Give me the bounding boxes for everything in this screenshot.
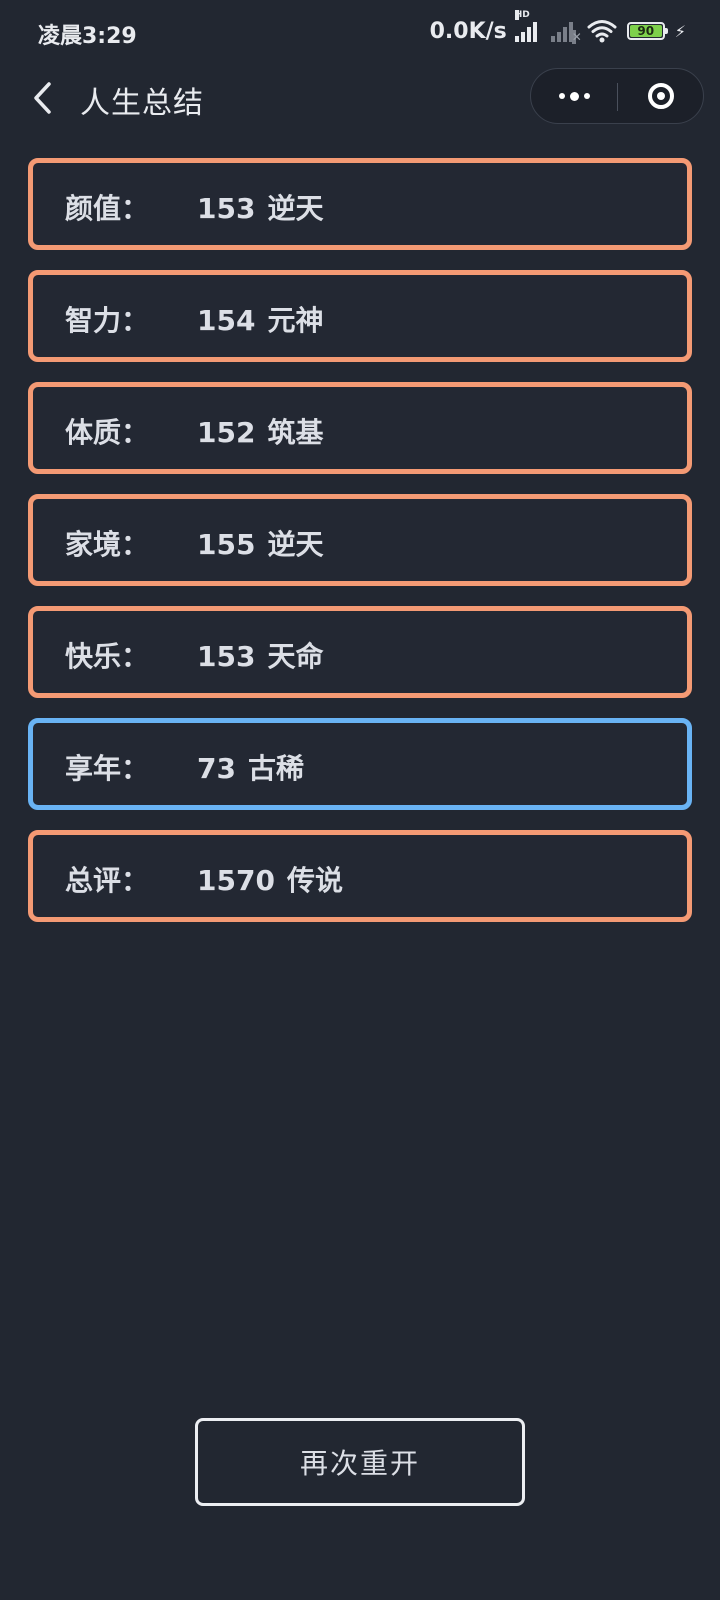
- restart-button[interactable]: 再次重开: [195, 1418, 525, 1506]
- summary-card-happiness: 快乐： 153 天命: [28, 606, 692, 698]
- summary-value: 155 逆天: [197, 528, 324, 561]
- close-mini-program-button[interactable]: [618, 69, 704, 123]
- chevron-left-icon: [34, 82, 51, 114]
- target-circle-icon: [648, 83, 674, 109]
- summary-value: 153 天命: [197, 640, 324, 673]
- summary-card-lifespan: 享年： 73 古稀: [28, 718, 692, 810]
- summary-grade: 逆天: [267, 192, 324, 225]
- summary-card-family: 家境： 155 逆天: [28, 494, 692, 586]
- status-time: 凌晨3:29: [38, 24, 137, 49]
- summary-card-overall: 总评： 1570 传说: [28, 830, 692, 922]
- summary-label: 快乐：: [65, 640, 150, 673]
- summary-grade: 传说: [286, 864, 343, 897]
- summary-card-intelligence: 智力： 154 元神: [28, 270, 692, 362]
- mini-program-capsule: [530, 68, 704, 124]
- summary-grade: 逆天: [267, 528, 324, 561]
- summary-value: 153 逆天: [197, 192, 324, 225]
- summary-label: 家境：: [65, 528, 150, 561]
- cellular-signal-icon: HD: [514, 10, 537, 42]
- summary-grade: 天命: [267, 640, 324, 673]
- summary-grade: 古稀: [247, 752, 304, 785]
- summary-grade: 元神: [267, 304, 324, 337]
- summary-label: 总评：: [65, 864, 150, 897]
- summary-card-appearance: 颜值： 153 逆天: [28, 158, 692, 250]
- wifi-icon: [587, 20, 617, 43]
- charging-icon: ⚡: [674, 21, 686, 41]
- page-title: 人生总结: [80, 86, 204, 121]
- hd-label: HD: [514, 10, 530, 20]
- summary-list: 颜值： 153 逆天 智力： 154 元神 体质： 152 筑基 家境： 155 逆天 …: [28, 158, 692, 942]
- summary-value: 73 古稀: [197, 752, 304, 785]
- summary-label: 享年：: [65, 752, 150, 785]
- summary-value: 152 筑基: [197, 416, 324, 449]
- summary-card-constitution: 体质： 152 筑基: [28, 382, 692, 474]
- more-button[interactable]: [531, 69, 617, 123]
- nav-bar: 人生总结: [0, 66, 720, 130]
- back-button[interactable]: [22, 76, 62, 120]
- network-speed: 0.0K/s: [429, 18, 507, 44]
- summary-label: 智力：: [65, 304, 150, 337]
- summary-label: 体质：: [65, 416, 150, 449]
- battery-icon: 90: [626, 22, 668, 40]
- battery-level: 90: [629, 25, 662, 37]
- summary-grade: 筑基: [267, 416, 324, 449]
- cellular-signal-2-icon: ✕: [550, 20, 582, 44]
- more-dots-icon: [558, 93, 565, 99]
- summary-value: 154 元神: [197, 304, 324, 337]
- summary-value: 1570 传说: [197, 864, 343, 897]
- status-indicators: 0.0K/s HD ✕ 90 ⚡: [429, 10, 686, 46]
- status-bar: 凌晨3:29 0.0K/s HD ✕ 90 ⚡: [0, 0, 720, 66]
- summary-label: 颜值：: [65, 192, 150, 225]
